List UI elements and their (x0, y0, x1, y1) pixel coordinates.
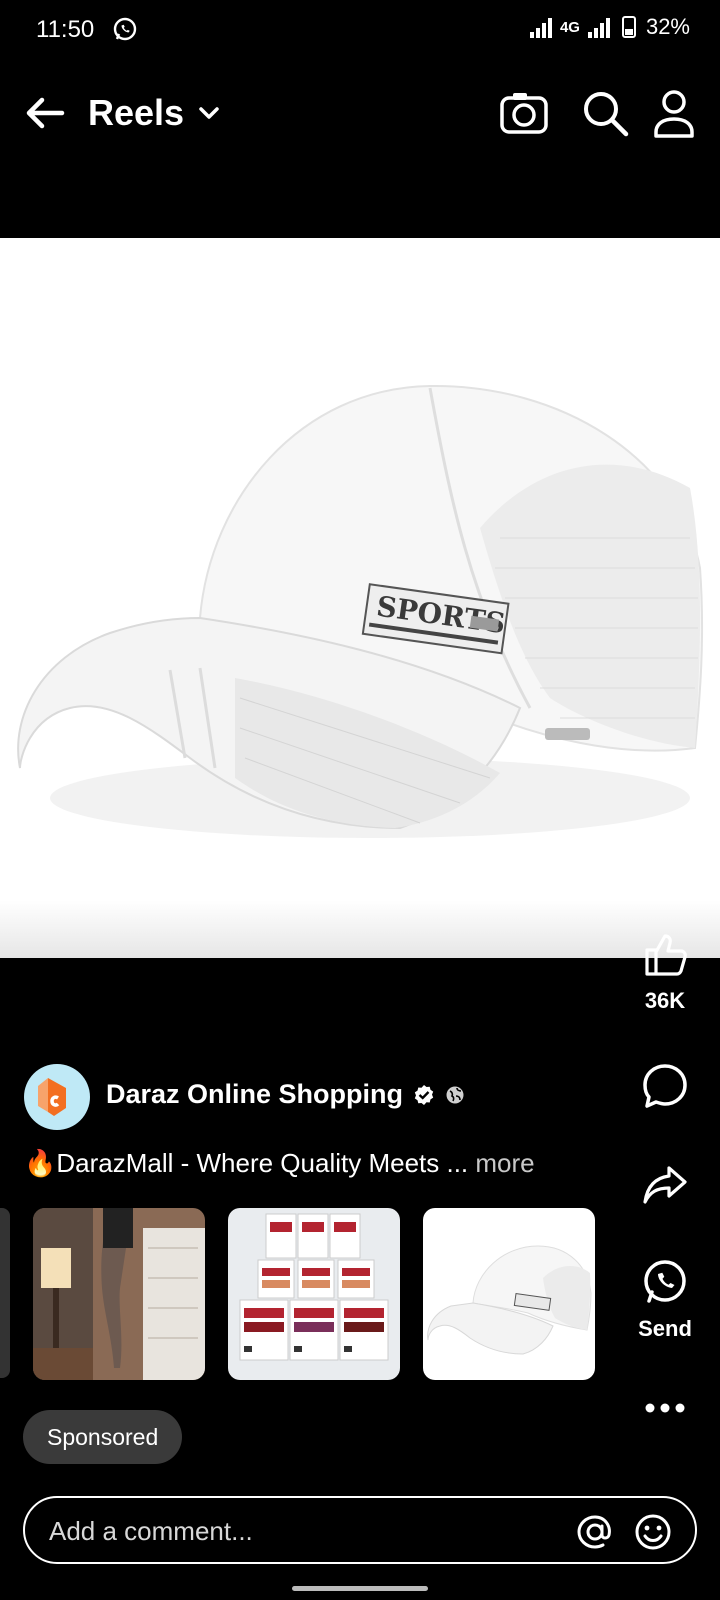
whatsapp-icon (644, 1260, 686, 1303)
search-icon[interactable] (580, 88, 632, 140)
network-type: 4G (559, 18, 580, 36)
signal-icon-2 (587, 16, 610, 38)
more-link[interactable]: more (475, 1148, 534, 1178)
reels-header: Reels (0, 80, 720, 152)
product-thumbnail-cap[interactable] (423, 1208, 595, 1380)
send-label: Send (638, 1316, 692, 1341)
more-dots-icon (645, 1403, 685, 1413)
verified-badge-icon (414, 1084, 434, 1105)
product-thumbnail-stockings[interactable] (33, 1208, 205, 1380)
battery-percent: 32% (645, 14, 690, 39)
globe-icon (446, 1086, 464, 1103)
share-button[interactable] (610, 1160, 720, 1208)
status-time: 11:50 (36, 16, 95, 43)
camera-icon[interactable] (498, 88, 550, 140)
white-cap-image: SPORTS (17, 384, 704, 838)
signal-icon (529, 16, 552, 38)
like-button[interactable]: 36K (610, 930, 720, 1014)
page-title: Reels (88, 92, 185, 133)
send-whatsapp-button[interactable]: Send (610, 1258, 720, 1342)
page-avatar[interactable] (24, 1064, 90, 1130)
comment-placeholder: Add a comment... (49, 1516, 253, 1546)
reels-title-dropdown[interactable]: Reels (88, 92, 220, 134)
share-arrow-icon (643, 1166, 687, 1204)
status-bar: 11:50 4G 32% (0, 0, 720, 64)
comment-input[interactable]: Add a comment... (23, 1496, 697, 1564)
whatsapp-notification-icon (113, 17, 137, 41)
emoji-icon[interactable] (633, 1512, 673, 1552)
back-arrow-icon[interactable] (22, 90, 68, 136)
comment-bubble-icon (643, 1064, 687, 1108)
page-name: Daraz Online Shopping (106, 1079, 404, 1109)
previous-thumbnail-edge[interactable] (0, 1208, 10, 1378)
like-count: 36K (644, 988, 686, 1013)
home-indicator[interactable] (292, 1586, 428, 1591)
comment-button[interactable] (610, 1062, 720, 1110)
daraz-logo-icon (38, 1078, 66, 1116)
page-name-row[interactable]: Daraz Online Shopping (106, 1079, 465, 1110)
battery-icon (621, 16, 636, 38)
reel-video[interactable]: SPORTS (0, 238, 720, 958)
mention-at-icon[interactable] (575, 1512, 615, 1552)
chevron-down-icon (199, 107, 219, 119)
more-options-button[interactable] (610, 1400, 720, 1416)
post-caption[interactable]: 🔥DarazMall - Where Quality Meets ... mor… (24, 1148, 535, 1179)
caption-text: 🔥DarazMall - Where Quality Meets ... (24, 1148, 469, 1178)
profile-icon[interactable] (648, 88, 700, 140)
thumbs-up-icon (645, 934, 687, 976)
sponsored-label[interactable]: Sponsored (23, 1410, 183, 1464)
product-thumbnail-cosmetics[interactable] (228, 1208, 400, 1380)
